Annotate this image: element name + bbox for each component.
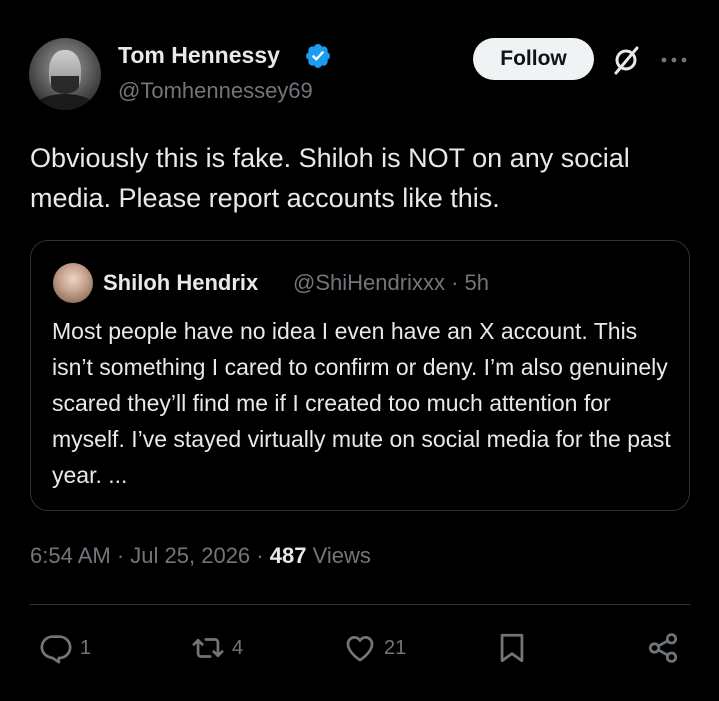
author-handle[interactable]: @Tomhennessey69	[118, 78, 313, 104]
avatar-beard	[51, 76, 79, 94]
tweet-meta: 6:54 AM · Jul 25, 2026 · 487 Views	[30, 543, 371, 569]
share-button[interactable]	[646, 628, 680, 668]
bookmark-icon	[500, 633, 524, 663]
views-count: 487	[269, 543, 307, 568]
repost-icon	[192, 638, 224, 658]
quote-author-name[interactable]: Shiloh Hendrix	[103, 270, 258, 296]
verified-badge-icon	[306, 44, 330, 68]
like-count: 21	[384, 636, 407, 659]
reply-icon	[40, 635, 72, 664]
quote-avatar[interactable]	[53, 263, 93, 303]
views-label: Views	[312, 543, 371, 568]
tweet-time[interactable]: 6:54 AM	[30, 543, 111, 568]
more-icon[interactable]	[660, 56, 688, 64]
tweet-date[interactable]: Jul 25, 2026	[130, 543, 250, 568]
heart-icon	[346, 636, 374, 662]
author-avatar[interactable]	[29, 38, 101, 110]
reply-button[interactable]: 1	[38, 628, 91, 668]
avatar-shoulders	[33, 94, 97, 110]
meta-separator: ·	[256, 543, 270, 568]
quote-author-handle: @ShiHendrixxx	[293, 270, 445, 295]
reply-count: 1	[80, 636, 92, 659]
like-button[interactable]: 21	[342, 628, 406, 668]
meta-separator: ·	[116, 543, 131, 568]
bookmark-button[interactable]	[495, 628, 529, 668]
quote-time: · 5h	[451, 270, 489, 295]
share-icon	[648, 633, 678, 663]
author-name[interactable]: Tom Hennessy	[118, 42, 280, 69]
quote-author-handle-time[interactable]: @ShiHendrixxx · 5h	[293, 270, 489, 296]
grok-icon[interactable]	[609, 43, 643, 77]
quote-text: Most people have no idea I even have an …	[52, 318, 671, 488]
repost-button[interactable]: 4	[190, 628, 243, 668]
divider	[30, 604, 690, 605]
follow-button[interactable]: Follow	[473, 38, 594, 80]
repost-count: 4	[232, 636, 244, 659]
tweet-text: Obviously this is fake. Shiloh is NOT on…	[30, 143, 630, 213]
